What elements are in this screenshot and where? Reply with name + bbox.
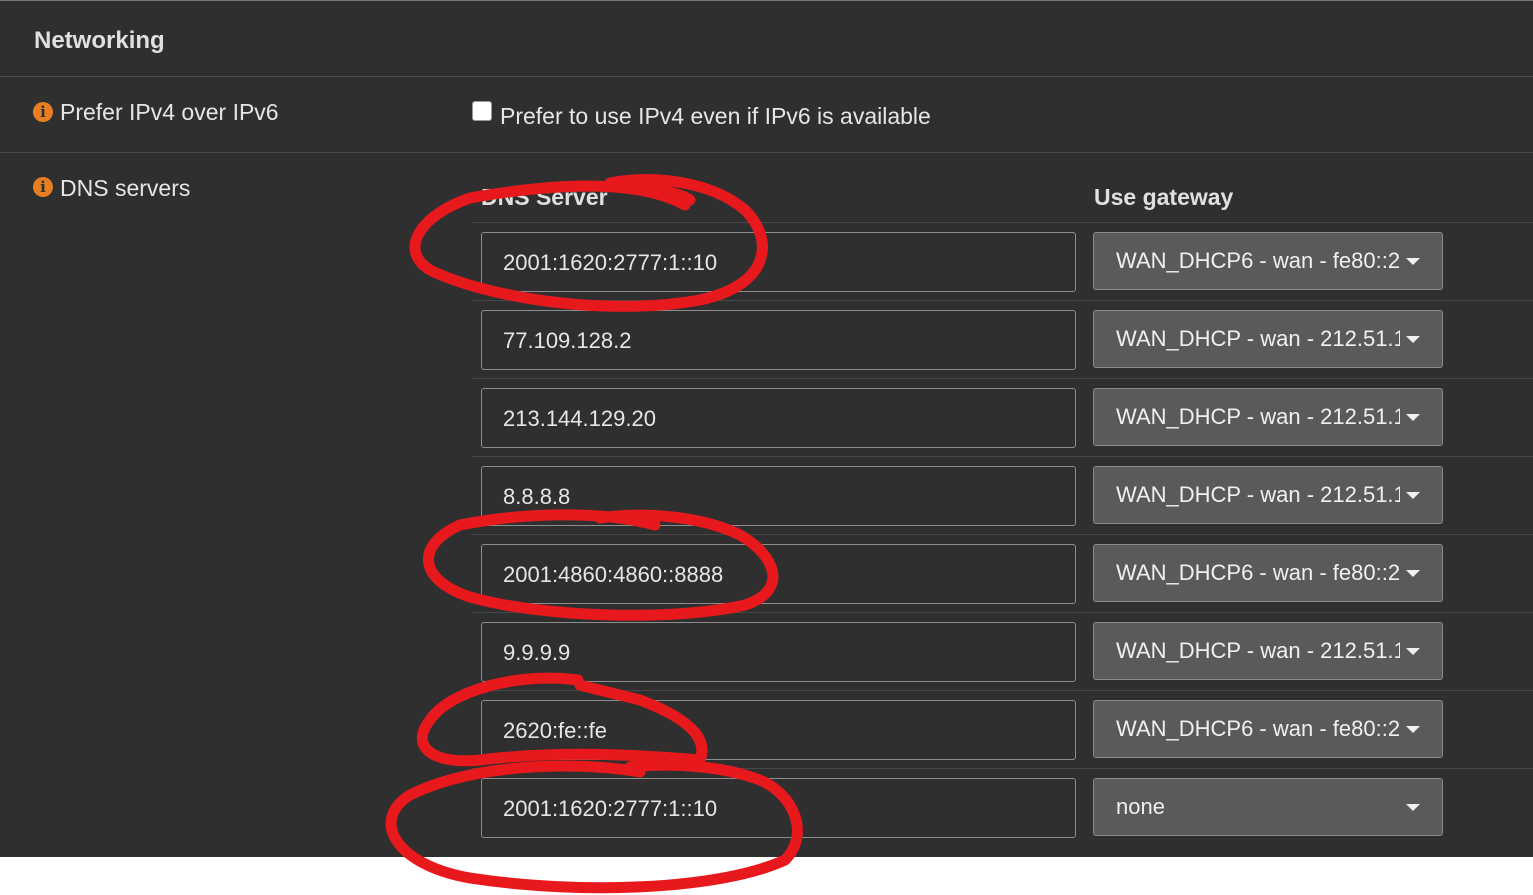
- gateway-select-value: WAN_DHCP6 - wan - fe80::20: [1116, 248, 1400, 273]
- dns-server-input[interactable]: 2001:1620:2777:1::10: [481, 778, 1076, 838]
- gateway-select-value: WAN_DHCP6 - wan - fe80::20: [1116, 716, 1400, 741]
- gateway-select[interactable]: WAN_DHCP6 - wan - fe80::20: [1093, 544, 1443, 602]
- caret-down-icon: [1406, 804, 1420, 811]
- gateway-select-value: WAN_DHCP6 - wan - fe80::20: [1116, 560, 1400, 585]
- gateway-select-value: WAN_DHCP - wan - 212.51.14: [1116, 482, 1400, 507]
- row-divider: [472, 456, 1533, 457]
- dns-server-input[interactable]: 77.109.128.2: [481, 310, 1076, 370]
- row-divider: [472, 378, 1533, 379]
- gateway-select[interactable]: WAN_DHCP - wan - 212.51.14: [1093, 466, 1443, 524]
- dns-server-input[interactable]: 8.8.8.8: [481, 466, 1076, 526]
- gateway-select-value: WAN_DHCP - wan - 212.51.14: [1116, 326, 1400, 351]
- caret-down-icon: [1406, 726, 1420, 733]
- info-icon[interactable]: i: [33, 102, 53, 122]
- dns-server-input[interactable]: 2001:1620:2777:1::10: [481, 232, 1076, 292]
- caret-down-icon: [1406, 414, 1420, 421]
- gateway-select[interactable]: WAN_DHCP - wan - 212.51.14: [1093, 622, 1443, 680]
- row-divider: [472, 612, 1533, 613]
- dns-server-input[interactable]: 9.9.9.9: [481, 622, 1076, 682]
- gateway-select-value: WAN_DHCP - wan - 212.51.14: [1116, 404, 1400, 429]
- caret-down-icon: [1406, 258, 1420, 265]
- prefer-ipv4-row: i Prefer IPv4 over IPv6 Prefer to use IP…: [0, 77, 1533, 153]
- gateway-select[interactable]: WAN_DHCP - wan - 212.51.14: [1093, 388, 1443, 446]
- gateway-select-value: none: [1116, 794, 1165, 819]
- gateway-select[interactable]: none: [1093, 778, 1443, 836]
- caret-down-icon: [1406, 648, 1420, 655]
- row-divider: [472, 534, 1533, 535]
- prefer-ipv4-label: Prefer IPv4 over IPv6: [60, 99, 279, 125]
- dns-servers-label: DNS servers: [60, 175, 191, 201]
- use-gateway-column-header: Use gateway: [1094, 184, 1234, 210]
- row-divider: [472, 690, 1533, 691]
- section-header: Networking: [0, 7, 1533, 77]
- section-title: Networking: [34, 27, 165, 54]
- caret-down-icon: [1406, 570, 1420, 577]
- networking-panel: Networking i Prefer IPv4 over IPv6 Prefe…: [0, 0, 1533, 857]
- caret-down-icon: [1406, 492, 1420, 499]
- prefer-ipv4-checkbox-label[interactable]: Prefer to use IPv4 even if IPv6 is avail…: [500, 103, 931, 130]
- gateway-select[interactable]: WAN_DHCP6 - wan - fe80::20: [1093, 700, 1443, 758]
- row-divider: [472, 300, 1533, 301]
- dns-server-input[interactable]: 2620:fe::fe: [481, 700, 1076, 760]
- gateway-select-value: WAN_DHCP - wan - 212.51.14: [1116, 638, 1400, 663]
- dns-server-input[interactable]: 213.144.129.20: [481, 388, 1076, 448]
- prefer-ipv4-checkbox[interactable]: [472, 101, 492, 121]
- dns-server-input[interactable]: 2001:4860:4860::8888: [481, 544, 1076, 604]
- info-icon[interactable]: i: [33, 177, 53, 197]
- caret-down-icon: [1406, 336, 1420, 343]
- row-divider: [472, 222, 1533, 223]
- gateway-select[interactable]: WAN_DHCP - wan - 212.51.14: [1093, 310, 1443, 368]
- gateway-select[interactable]: WAN_DHCP6 - wan - fe80::20: [1093, 232, 1443, 290]
- row-divider: [472, 768, 1533, 769]
- dns-server-column-header: DNS Server: [481, 184, 608, 210]
